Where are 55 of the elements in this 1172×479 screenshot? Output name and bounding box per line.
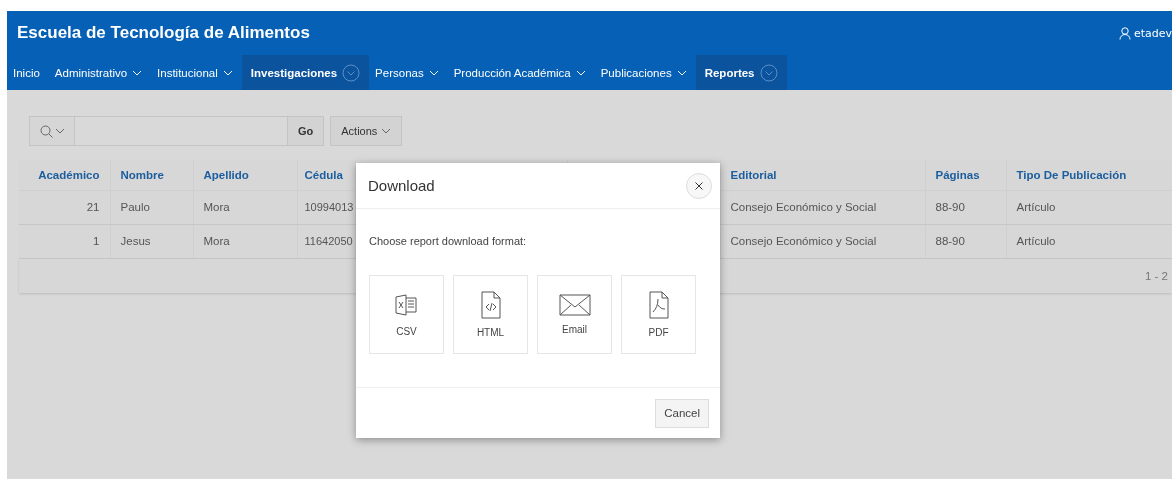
nav-tab[interactable]: Personas xyxy=(369,55,448,90)
column-header: Páginas xyxy=(925,160,1006,190)
pdf-file-icon xyxy=(648,291,669,319)
pagination-info: 1 - 2 xyxy=(1145,269,1169,282)
user-icon xyxy=(1118,26,1131,40)
table-cell: 10994013 xyxy=(297,190,355,224)
close-icon xyxy=(695,181,703,190)
nav-tab[interactable]: Inicio xyxy=(7,55,49,90)
nav-tab[interactable]: Investigaciones xyxy=(241,55,370,90)
table-cell: Mora xyxy=(193,190,297,224)
search-icon xyxy=(39,124,53,138)
nav-tab[interactable]: Reportes xyxy=(695,55,787,90)
column-header: Cédula xyxy=(297,160,355,190)
format-option[interactable]: HTML xyxy=(453,275,528,354)
chevron-circle-icon xyxy=(759,63,778,82)
nav-tab[interactable]: Administrativo xyxy=(48,55,152,90)
chevron-down-icon xyxy=(428,69,439,76)
column-header: Nombre xyxy=(110,160,193,190)
chevron-down-icon xyxy=(132,69,143,76)
column-header: Tipo De Publicación xyxy=(1006,160,1172,190)
column-header: Académico xyxy=(19,160,110,190)
column-header: Apellido xyxy=(193,160,297,190)
chevron-down-icon xyxy=(222,69,233,76)
chevron-down-icon xyxy=(676,69,687,76)
cancel-button[interactable]: Cancel xyxy=(655,398,709,428)
app-title: Escuela de Tecnología de Alimentos xyxy=(17,23,310,43)
chevron-down-icon xyxy=(381,128,392,134)
actions-button[interactable]: Actions xyxy=(330,116,403,146)
nav-tab[interactable]: Publicaciones xyxy=(594,55,696,90)
table-cell: 11642050 xyxy=(297,224,355,258)
search-field[interactable]: Go xyxy=(29,116,325,146)
close-button[interactable] xyxy=(686,172,712,199)
format-option[interactable]: CSV xyxy=(369,275,444,354)
nav-tab[interactable]: Producción Académica xyxy=(447,55,595,90)
chevron-circle-icon xyxy=(342,63,361,82)
chevron-down-icon xyxy=(575,69,586,76)
chevron-down-icon xyxy=(54,128,65,134)
format-option[interactable]: PDF xyxy=(621,275,696,354)
table-cell: Paulo xyxy=(110,190,193,224)
envelope-icon xyxy=(558,294,591,316)
nav-tab[interactable]: Institucional xyxy=(151,55,242,90)
table-cell: 88-90 xyxy=(925,190,1006,224)
user-menu[interactable]: etadev xyxy=(1118,26,1172,40)
table-cell: Jesus xyxy=(110,224,193,258)
table-cell: 21 xyxy=(19,190,110,224)
dialog-title: Download xyxy=(368,177,435,194)
code-file-icon xyxy=(480,291,501,319)
table-cell: 1 xyxy=(19,224,110,258)
dialog-prompt: Choose report download format: xyxy=(369,235,528,247)
table-cell: Artículo xyxy=(1006,190,1172,224)
table-cell: 88-90 xyxy=(925,224,1006,258)
table-cell: Artículo xyxy=(1006,224,1172,258)
table-cell: Mora xyxy=(193,224,297,258)
format-option[interactable]: Email xyxy=(537,275,612,354)
spreadsheet-icon xyxy=(393,292,420,318)
